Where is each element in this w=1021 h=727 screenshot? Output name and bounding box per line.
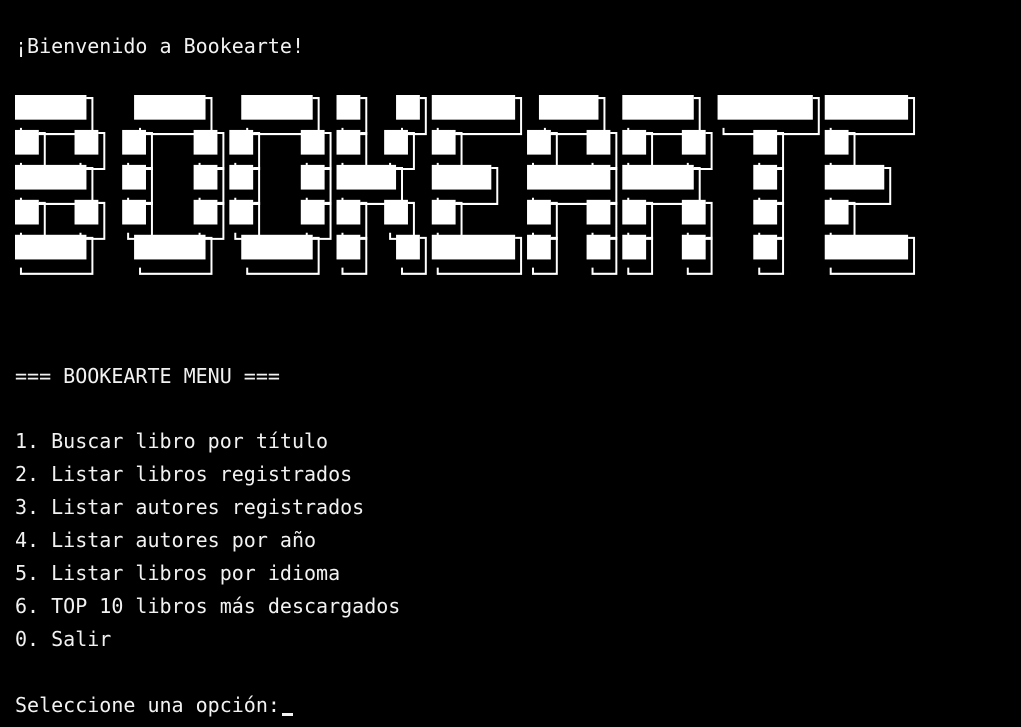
ascii-art-banner [15, 95, 920, 280]
terminal-window: ¡Bienvenido a Bookearte! === BOOKEARTE M… [0, 0, 1021, 727]
menu-heading: === BOOKEARTE MENU === [15, 364, 280, 388]
text-cursor [281, 713, 293, 716]
input-prompt[interactable]: Seleccione una opción: [15, 689, 293, 722]
menu-option-2: 2. Listar libros registrados [15, 462, 353, 486]
menu-option-5: 5. Listar libros por idioma [15, 561, 341, 585]
menu-option-6: 6. TOP 10 libros más descargados [15, 594, 401, 618]
menu-option-3: 3. Listar autores registrados [15, 495, 365, 519]
menu-option-0: 0. Salir [15, 627, 112, 651]
welcome-message: ¡Bienvenido a Bookearte! [15, 34, 304, 58]
banner-letters [15, 95, 916, 275]
prompt-text: Seleccione una opción: [15, 693, 280, 717]
menu-option-1: 1. Buscar libro por título [15, 429, 329, 453]
menu-option-4: 4. Listar autores por año [15, 528, 317, 552]
bookearte-banner-art [15, 95, 916, 275]
